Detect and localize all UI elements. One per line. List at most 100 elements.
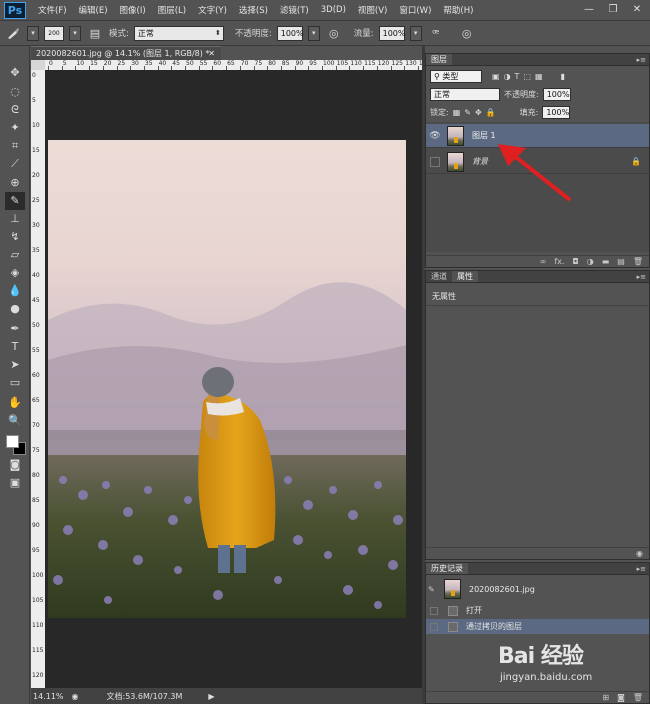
- fill-input[interactable]: 100%: [542, 105, 571, 119]
- status-info-icon[interactable]: ◉: [72, 692, 79, 701]
- move-tool-icon[interactable]: ✥: [5, 64, 25, 82]
- menu-window[interactable]: 窗口(W): [399, 4, 431, 16]
- filter-toggle-icon[interactable]: ▮: [561, 72, 565, 81]
- lock-transparent-icon[interactable]: ▦: [453, 108, 461, 117]
- document-tab[interactable]: 2020082601.jpg @ 14.1% (图层 1, RGB/8) * ✕: [31, 46, 221, 60]
- menu-file[interactable]: 文件(F): [38, 4, 67, 16]
- menu-image[interactable]: 图像(I): [120, 4, 146, 16]
- adjustment-layer-icon[interactable]: ◑: [587, 256, 594, 267]
- opacity-input[interactable]: 100%: [276, 25, 304, 41]
- layer-opacity-input[interactable]: 100%: [542, 87, 571, 101]
- lock-all-icon[interactable]: 🔒: [486, 108, 496, 117]
- healing-brush-tool-icon[interactable]: ⊕: [5, 174, 25, 192]
- foreground-color-swatch[interactable]: [6, 435, 19, 448]
- lasso-tool-icon[interactable]: ᘓ: [5, 101, 25, 119]
- layer-name[interactable]: 背景: [472, 156, 488, 167]
- paint-bucket-tool-icon[interactable]: ◈: [5, 264, 25, 282]
- magic-wand-tool-icon[interactable]: ✦: [5, 119, 25, 137]
- brush-size-picker[interactable]: 200: [44, 25, 64, 41]
- document-canvas-area[interactable]: 0 5 10 15 20 25 30 35 40 45 50 55 60 65 70 75 80 85 90 95 10…: [31, 60, 422, 688]
- clone-stamp-tool-icon[interactable]: ⊥: [5, 210, 25, 228]
- layer-style-icon[interactable]: fx.: [554, 256, 564, 267]
- type-tool-icon[interactable]: T: [5, 338, 25, 356]
- path-selection-tool-icon[interactable]: ➤: [5, 356, 25, 374]
- layer-filter-select[interactable]: ⚲ 类型: [430, 69, 482, 83]
- tab-layers[interactable]: 图层: [426, 54, 452, 65]
- zoom-tool-icon[interactable]: 🔍: [5, 412, 25, 430]
- screen-mode-icon[interactable]: ▣: [5, 474, 25, 492]
- filter-pixel-icon[interactable]: ▣: [492, 72, 500, 81]
- lock-position-icon[interactable]: ✥: [475, 108, 482, 117]
- pen-tool-icon[interactable]: ✒: [5, 320, 25, 338]
- blend-mode-select[interactable]: 正常: [430, 87, 500, 101]
- panel-menu-icon[interactable]: ▸≡: [637, 563, 646, 575]
- restore-button[interactable]: ❐: [604, 3, 622, 17]
- crop-tool-icon[interactable]: ⌗: [5, 137, 25, 155]
- menu-filter[interactable]: 滤镜(T): [280, 4, 309, 16]
- vertical-ruler[interactable]: 0 5 10 15 20 25 30 35 40 45 50 55 60 65 70 75 80 85 90 95 10…: [31, 70, 45, 688]
- tab-properties[interactable]: 属性: [452, 271, 478, 282]
- horizontal-ruler[interactable]: 0 5 10 15 20 25 30 35 40 45 50 55 60 65 70 75 80 85 90 95 10…: [45, 60, 422, 70]
- eye-icon[interactable]: 👁: [426, 131, 444, 141]
- snapshot-icon[interactable]: ◙: [617, 692, 625, 703]
- menu-view[interactable]: 视图(V): [358, 4, 387, 16]
- history-item[interactable]: 打开: [426, 603, 649, 618]
- brush-tool-icon[interactable]: ✎: [5, 192, 25, 210]
- blur-tool-icon[interactable]: 💧: [5, 282, 25, 300]
- minimize-button[interactable]: —: [580, 3, 598, 17]
- tab-history[interactable]: 历史记录: [426, 563, 468, 574]
- delete-layer-icon[interactable]: 🗑: [633, 256, 643, 267]
- history-checkbox[interactable]: [430, 622, 438, 631]
- panel-menu-icon[interactable]: ▸≡: [637, 271, 646, 283]
- filter-shape-icon[interactable]: ⬚: [523, 72, 531, 81]
- opacity-dropdown[interactable]: ▾: [307, 25, 320, 41]
- photo-canvas[interactable]: [48, 140, 406, 618]
- history-brush-tool-icon[interactable]: ↯: [5, 228, 25, 246]
- airbrush-icon[interactable]: ꟹ: [427, 24, 445, 42]
- new-document-from-state-icon[interactable]: ⊞: [602, 692, 609, 703]
- status-menu-arrow-icon[interactable]: ▶: [208, 692, 214, 701]
- menu-3d[interactable]: 3D(D): [321, 5, 346, 15]
- eraser-tool-icon[interactable]: ▱: [5, 246, 25, 264]
- menu-help[interactable]: 帮助(H): [443, 4, 473, 16]
- zoom-level[interactable]: 14.11%: [33, 692, 64, 701]
- delete-state-icon[interactable]: 🗑: [633, 692, 643, 703]
- link-layers-icon[interactable]: ∞: [540, 256, 547, 267]
- pressure-size-icon[interactable]: ◎: [458, 24, 476, 42]
- marquee-tool-icon[interactable]: ◌: [5, 83, 25, 101]
- panel-menu-icon[interactable]: ▸≡: [637, 54, 646, 66]
- visibility-toggle[interactable]: [430, 156, 440, 167]
- history-item[interactable]: 通过拷贝的图层: [426, 619, 649, 634]
- brush-size-dropdown[interactable]: ▾: [69, 25, 81, 41]
- add-mask-icon[interactable]: ◘: [572, 256, 578, 267]
- brush-panel-icon[interactable]: ▤: [86, 24, 104, 42]
- filter-type-icon[interactable]: T: [515, 72, 520, 81]
- close-icon[interactable]: ✕: [208, 47, 215, 60]
- quick-mask-icon[interactable]: ◙: [5, 456, 25, 474]
- history-snapshot[interactable]: ✎ 2020082601.jpg: [426, 577, 649, 601]
- filter-adjustment-icon[interactable]: ◑: [504, 72, 511, 81]
- new-group-icon[interactable]: ▬: [602, 256, 610, 267]
- history-checkbox[interactable]: [430, 606, 438, 615]
- tab-channels[interactable]: 通道: [426, 271, 452, 282]
- pressure-opacity-icon[interactable]: ◎: [325, 24, 343, 42]
- menu-type[interactable]: 文字(Y): [198, 4, 227, 16]
- menu-select[interactable]: 选择(S): [239, 4, 268, 16]
- brush-tool-icon[interactable]: [4, 24, 22, 42]
- new-layer-icon[interactable]: ▤: [617, 256, 625, 267]
- history-brush-icon[interactable]: ✎: [428, 585, 442, 594]
- menu-layer[interactable]: 图层(L): [158, 4, 186, 16]
- eyedropper-tool-icon[interactable]: ⟋: [5, 155, 25, 173]
- properties-option-icon[interactable]: ◉: [636, 548, 643, 559]
- lock-pixels-icon[interactable]: ✎: [464, 108, 471, 117]
- menu-edit[interactable]: 编辑(E): [79, 4, 108, 16]
- dodge-tool-icon[interactable]: ●: [5, 300, 25, 318]
- rectangle-tool-icon[interactable]: ▭: [5, 374, 25, 392]
- flow-dropdown[interactable]: ▾: [409, 25, 422, 41]
- filter-smart-object-icon[interactable]: ▦: [535, 72, 543, 81]
- hand-tool-icon[interactable]: ✋: [5, 394, 25, 412]
- tool-preset-dropdown[interactable]: ▾: [27, 25, 39, 41]
- close-button[interactable]: ✕: [628, 3, 646, 17]
- mode-select[interactable]: 正常 ⬍: [133, 25, 224, 41]
- ruler-origin[interactable]: [31, 60, 45, 70]
